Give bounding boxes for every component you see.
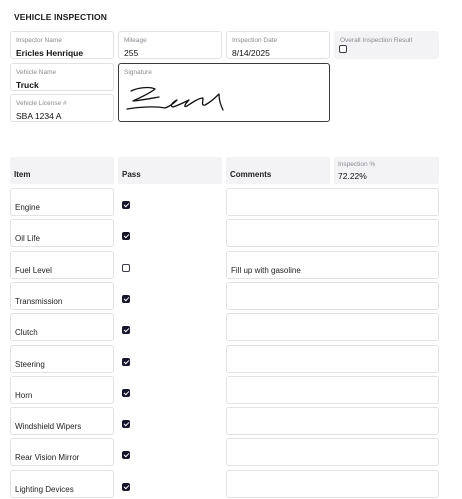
- pass-checkbox[interactable]: [122, 295, 130, 303]
- comment-field[interactable]: [226, 470, 439, 498]
- mileage-value: 255: [124, 48, 139, 58]
- item-cell: Engine: [10, 188, 114, 216]
- item-label: Fuel Level: [15, 266, 52, 275]
- comment-field[interactable]: Fill up with gasoline: [226, 251, 439, 279]
- item-cell: Lighting Devices: [10, 470, 114, 498]
- item-column-header: Item: [10, 157, 114, 184]
- item-header-text: Item: [14, 170, 31, 179]
- mileage-label: Mileage: [124, 37, 147, 44]
- vehicle-name-field[interactable]: Vehicle Name Truck: [10, 63, 114, 91]
- comment-text: Fill up with gasoline: [231, 266, 301, 275]
- signature-drawing: [126, 86, 224, 111]
- comment-field[interactable]: [226, 407, 439, 435]
- pass-checkbox[interactable]: [122, 389, 130, 397]
- item-label: Clutch: [15, 328, 38, 337]
- comment-field[interactable]: [226, 188, 439, 216]
- pass-checkbox[interactable]: [122, 232, 130, 240]
- item-cell: Clutch: [10, 313, 114, 341]
- comment-field[interactable]: [226, 438, 439, 466]
- pass-checkbox[interactable]: [122, 483, 130, 491]
- pass-checkbox[interactable]: [122, 451, 130, 459]
- vehicle-name-label: Vehicle Name: [16, 69, 57, 76]
- pass-checkbox[interactable]: [122, 420, 130, 428]
- comment-field[interactable]: [226, 219, 439, 247]
- inspection-date-label: Inspection Date: [232, 37, 278, 44]
- pass-checkbox[interactable]: [122, 264, 130, 272]
- pass-checkbox[interactable]: [122, 201, 130, 209]
- item-label: Windshield Wipers: [15, 422, 82, 431]
- item-cell: Windshield Wipers: [10, 407, 114, 435]
- item-cell: Fuel Level: [10, 251, 114, 279]
- inspector-name-label: Inspector Name: [16, 37, 62, 44]
- inspection-percent-field: Inspection % 72.22%: [334, 157, 439, 184]
- inspector-name-value: Ericles Henrique: [16, 48, 84, 58]
- item-label: Lighting Devices: [15, 485, 74, 494]
- vehicle-license-label: Vehicle License #: [16, 100, 67, 107]
- comment-field[interactable]: [226, 282, 439, 310]
- overall-result-checkbox[interactable]: [339, 45, 347, 53]
- item-cell: Rear Vision Mirror: [10, 438, 114, 466]
- item-label: Steering: [15, 360, 45, 369]
- pass-checkbox[interactable]: [122, 326, 130, 334]
- form-title: VEHICLE INSPECTION: [14, 12, 107, 22]
- pass-header-text: Pass: [122, 170, 141, 179]
- item-label: Engine: [15, 203, 40, 212]
- vehicle-license-field[interactable]: Vehicle License # SBA 1234 A: [10, 94, 114, 122]
- mileage-field[interactable]: Mileage 255: [118, 31, 222, 59]
- inspection-date-value: 8/14/2025: [232, 48, 270, 58]
- pass-checkbox[interactable]: [122, 358, 130, 366]
- inspection-percent-label: Inspection %: [338, 161, 376, 168]
- item-cell: Steering: [10, 345, 114, 373]
- pass-column-header: Pass: [118, 157, 222, 184]
- comments-column-header: Comments: [226, 157, 330, 184]
- comments-header-text: Comments: [230, 170, 272, 179]
- inspection-percent-value: 72.22%: [338, 171, 367, 181]
- vehicle-license-value: SBA 1234 A: [16, 111, 62, 121]
- comment-field[interactable]: [226, 376, 439, 404]
- inspection-date-field[interactable]: Inspection Date 8/14/2025: [226, 31, 330, 59]
- item-label: Oil Life: [15, 234, 40, 243]
- item-cell: Oil Life: [10, 219, 114, 247]
- comment-field[interactable]: [226, 345, 439, 373]
- signature-pad[interactable]: Signature: [118, 63, 330, 122]
- item-cell: Transmission: [10, 282, 114, 310]
- item-cell: Horn: [10, 376, 114, 404]
- vehicle-name-value: Truck: [16, 80, 39, 90]
- overall-result-label: Overall Inspection Result: [340, 37, 413, 44]
- inspector-name-field[interactable]: Inspector Name Ericles Henrique: [10, 31, 114, 59]
- item-label: Horn: [15, 391, 33, 400]
- overall-result-field: Overall Inspection Result: [334, 31, 439, 59]
- item-label: Transmission: [15, 297, 63, 306]
- comment-field[interactable]: [226, 313, 439, 341]
- item-label: Rear Vision Mirror: [15, 453, 80, 462]
